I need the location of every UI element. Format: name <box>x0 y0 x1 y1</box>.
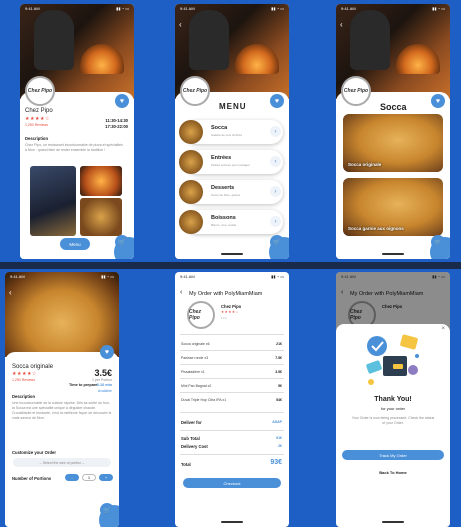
quantity-value[interactable]: 1 <box>82 474 96 481</box>
rating-stars: ★★★★☆ <box>25 116 50 122</box>
opening-hours-2: 17:30-22:00 <box>105 124 128 129</box>
thanks-modal: × Thank You! for your order Your Order i… <box>336 324 450 527</box>
deliver-for-label: Deliver for <box>181 420 202 425</box>
menu-heading: MENU <box>219 102 247 111</box>
socca-screen: 9:41 AM ▮▮ ◔ ▭ ‹ Chez Pipo ♥ Socca Socca … <box>336 4 450 259</box>
description-label: Description <box>12 394 36 399</box>
total-value: 93€ <box>270 459 282 466</box>
thanks-message: Your Order is now being processed. Check… <box>351 416 435 425</box>
total-label: Total <box>181 462 191 467</box>
quantity-stepper: - 1 + <box>65 474 113 481</box>
cart-icon[interactable]: 🛒 <box>270 235 284 249</box>
favorite-heart-icon[interactable]: ♥ <box>100 345 114 359</box>
socca-card: Chez Pipo ♥ Socca Socca originale Socca … <box>336 76 450 259</box>
product-price: 3.5€ <box>94 368 112 378</box>
restaurant-card: Chez Pipo ♥ Chez Pipo ★★★★☆ 1,250 Review… <box>20 76 134 259</box>
menu-item-desserts[interactable]: Desserts Sucré de Nice, glaces › <box>179 180 283 204</box>
status-bar: 9:41 AM ▮▮ ◔ ▭ <box>10 274 114 279</box>
restaurant-logo: Chez Pipo <box>341 76 371 106</box>
back-arrow-icon[interactable]: ‹ <box>340 20 343 29</box>
gallery-photo-3[interactable] <box>80 198 122 236</box>
menu-item-boissons[interactable]: Boissons Bières, vins, sodas › <box>179 210 283 234</box>
restaurant-logo: Chez Pipo <box>187 301 215 329</box>
track-order-button[interactable]: Track My Order <box>342 450 444 460</box>
cart-icon[interactable]: 🛒 <box>115 235 129 249</box>
order-line-3: Pissaladière x1 <box>181 370 205 374</box>
menu-item-socca[interactable]: Socca Galette de pois chiches › <box>179 120 283 144</box>
order-screen: 9:41 AM ▮▮ ◔ ▭ ‹ My Order with PolyMiamMi… <box>175 272 289 527</box>
portions-label: Number of Portions <box>12 476 52 481</box>
gallery-photo-2[interactable] <box>80 166 122 196</box>
close-icon[interactable]: × <box>441 326 445 332</box>
order-title: My Order with PolyMiamMiam <box>189 291 263 297</box>
chevron-right-icon[interactable]: › <box>270 126 281 137</box>
rating-stars: ★★★★☆ <box>12 371 37 377</box>
chevron-right-icon[interactable]: › <box>270 156 281 167</box>
order-line-2: Panisse ronde x3 <box>181 356 209 360</box>
order-line-5: Duval Triple Hop Citra IPA x1 <box>181 398 227 402</box>
chevron-right-icon[interactable]: › <box>270 216 281 227</box>
opening-hours-1: 11:30-14:30 <box>105 118 128 123</box>
status-bar: 9:41 AM ▮▮ ◔ ▭ <box>180 274 284 279</box>
description-text: Une incontournable de la cuisine niçoise… <box>12 401 112 420</box>
status-bar: 9:41 AM ▮▮ ◔ ▭ <box>341 6 445 11</box>
back-home-link[interactable]: Back To Home <box>336 470 450 475</box>
restaurant-screen: 9:41 AM ▮▮ ◔ ▭ Chez Pipo ♥ Chez Pipo ★★★★… <box>20 4 134 259</box>
deliver-for-value[interactable]: ASAP <box>272 420 282 424</box>
checkout-button[interactable]: Checkout <box>183 478 281 488</box>
rating-stars: ★★★★☆ <box>221 310 240 314</box>
menu-button[interactable]: Menu <box>60 238 90 250</box>
minus-button[interactable]: - <box>65 474 79 481</box>
subtotal-value: 91€ <box>276 436 282 440</box>
restaurant-logo: Chez Pipo <box>180 76 210 106</box>
cart-icon[interactable]: 🛒 <box>431 235 445 249</box>
thanks-screen: 9:41 AM ▮▮ ◔ ▭ ‹ My Order with PolyMiamMi… <box>336 272 450 527</box>
status-bar: 9:41 AM ▮▮ ◔ ▭ <box>25 6 129 11</box>
back-arrow-icon[interactable]: ‹ <box>9 288 12 297</box>
plus-button[interactable]: + <box>99 474 113 481</box>
favorite-heart-icon[interactable]: ♥ <box>115 94 129 108</box>
product-card-socca-garnie[interactable]: Socca garnie aux oignons <box>343 178 443 236</box>
restaurant-logo: Chez Pipo <box>25 76 55 106</box>
category-heading: Socca <box>380 102 407 112</box>
product-card-socca-originale[interactable]: Socca originale <box>343 114 443 172</box>
product-card: ♥ Socca originale ★★★★☆ 1,250 Reviews 3.… <box>5 345 119 527</box>
time-label: Time to prepare <box>69 383 98 387</box>
availability: Available <box>97 389 112 393</box>
status-bar: 9:41 AM ▮▮ ◔ ▭ <box>341 274 445 279</box>
delivery-value: 2€ <box>278 444 282 448</box>
gallery-photo-1[interactable] <box>30 166 76 236</box>
menu-card: Chez Pipo ♥ MENU Socca Galette de pois ch… <box>175 76 289 259</box>
reviews-count[interactable]: 1,250 Reviews <box>25 123 48 127</box>
cart-icon[interactable]: 🛒 <box>100 503 114 517</box>
status-bar: 9:41 AM ▮▮ ◔ ▭ <box>180 6 284 11</box>
time-value: 5-10 min <box>96 383 112 387</box>
order-line-1: Socca originale x6 <box>181 342 210 346</box>
row-separator <box>0 262 461 269</box>
reviews-count[interactable]: 1,250 Reviews <box>12 378 35 382</box>
product-photo <box>5 272 119 357</box>
order-restaurant-name: Chez Pipo <box>221 304 242 309</box>
order-line-4: Mini Pan Bagnat x2 <box>181 384 212 388</box>
back-arrow-icon[interactable]: ‹ <box>180 289 182 296</box>
subtotal-label: Sub Total <box>181 436 200 441</box>
description-text: Chez Pipo, un restaurant incontournable … <box>25 143 123 152</box>
menu-screen: 9:41 AM ▮▮ ◔ ▭ ‹ Chez Pipo ♥ MENU Socca Ga… <box>175 4 289 259</box>
portion-size-select[interactable]: -- Select the size of portion -- <box>13 458 111 467</box>
product-name: Socca originale <box>12 364 54 370</box>
delivery-label: Delivery Cost <box>181 444 208 449</box>
payment-illustration <box>366 334 419 385</box>
menu-item-entrees[interactable]: Entrées Petites entrées pour partager › <box>179 150 283 174</box>
chevron-right-icon[interactable]: › <box>270 186 281 197</box>
thanks-title: Thank You! <box>374 396 412 403</box>
product-screen: 9:41 AM ▮▮ ◔ ▭ ‹ ♥ Socca originale ★★★★☆ … <box>5 272 119 527</box>
customize-label: Customize your Order <box>12 450 56 455</box>
restaurant-info: • • • <box>221 316 227 320</box>
back-arrow-icon[interactable]: ‹ <box>179 20 182 29</box>
restaurant-name: Chez Pipo <box>25 108 53 114</box>
description-label: Description <box>25 136 49 141</box>
thanks-subtitle: for your order <box>380 406 405 411</box>
favorite-heart-icon[interactable]: ♥ <box>431 94 445 108</box>
favorite-heart-icon[interactable]: ♥ <box>270 94 284 108</box>
